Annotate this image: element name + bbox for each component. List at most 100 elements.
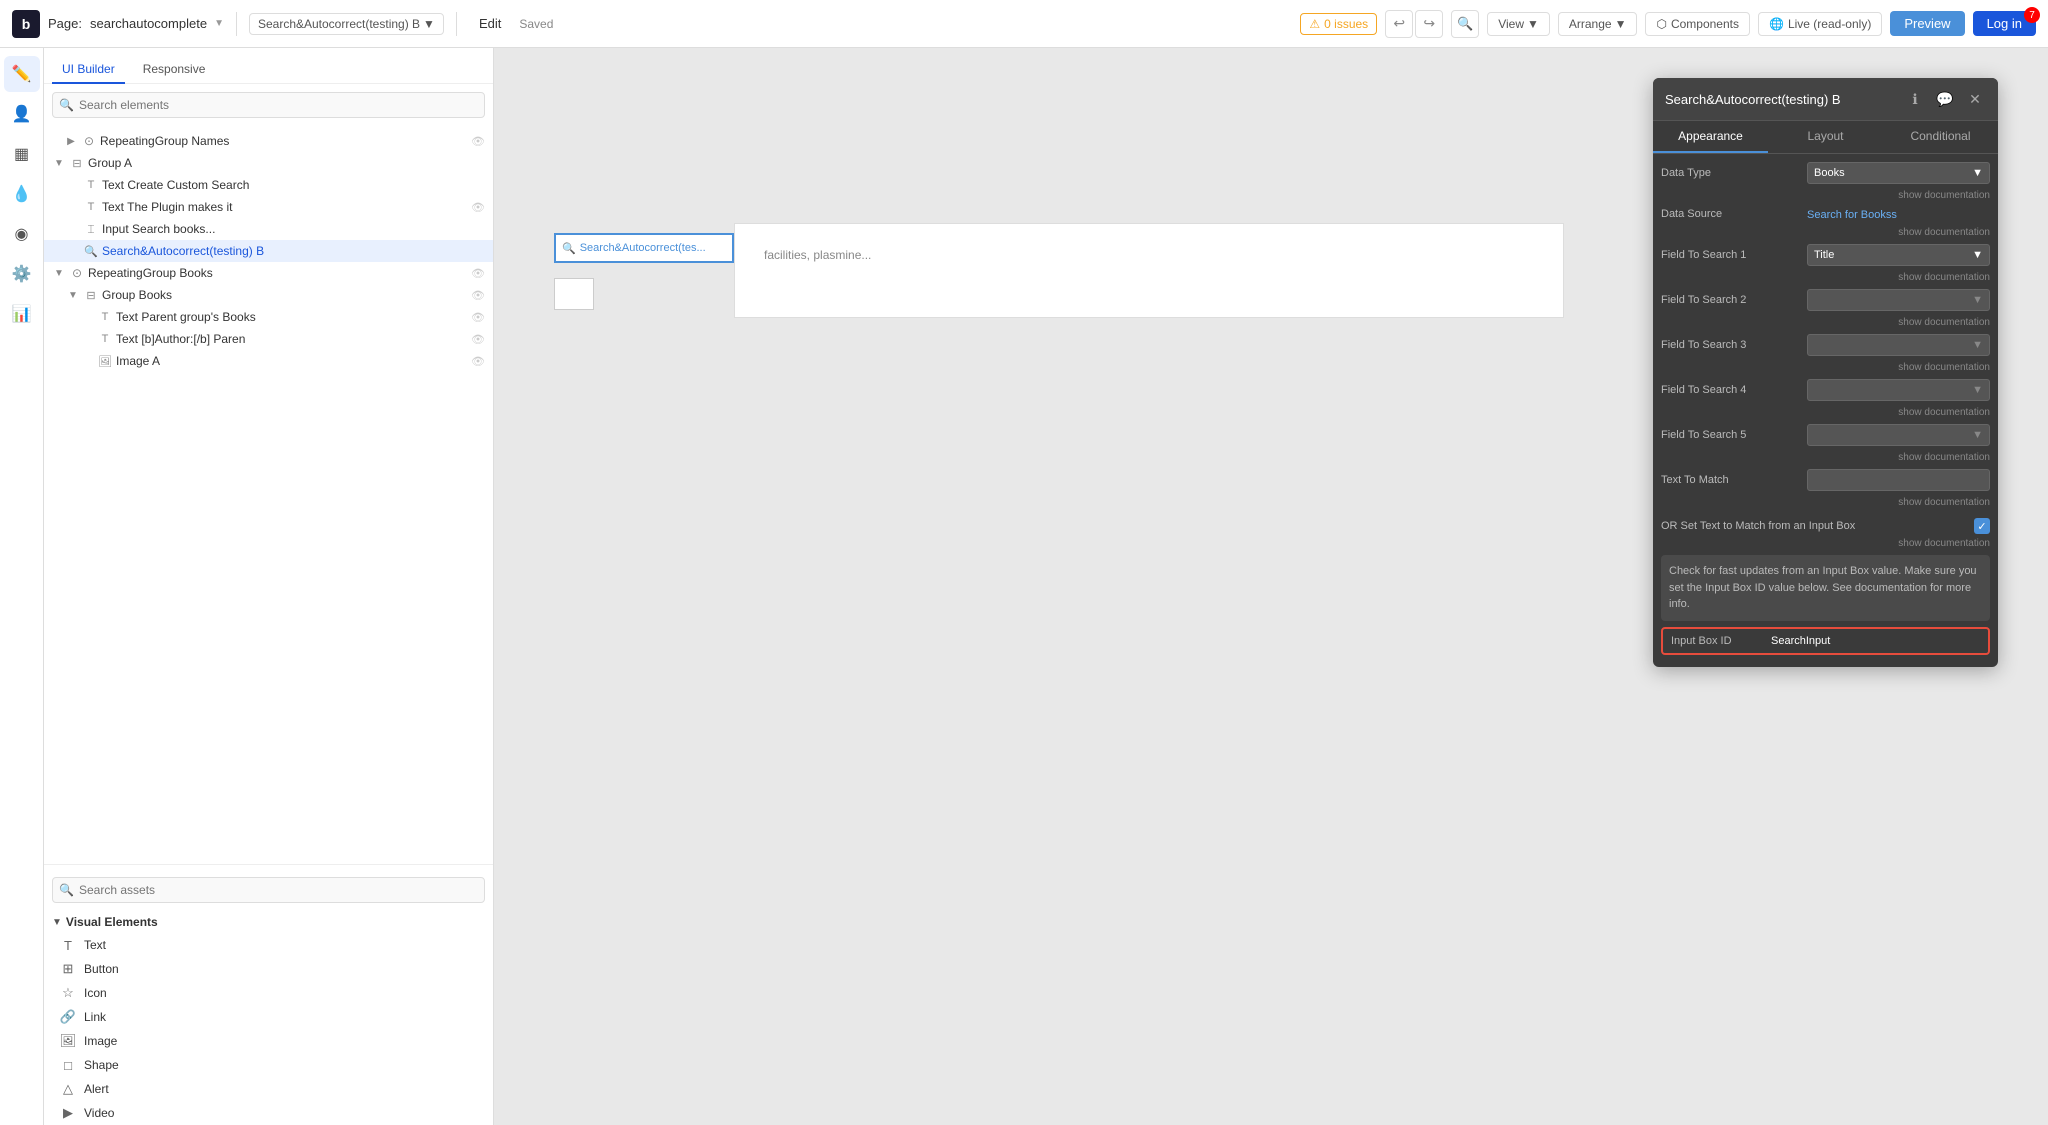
info-icon[interactable]: ℹ xyxy=(1904,88,1926,110)
field2-doc[interactable]: show documentation xyxy=(1661,317,1990,334)
tab-appearance[interactable]: Appearance xyxy=(1653,121,1768,153)
assets-search-input[interactable] xyxy=(52,877,485,903)
tree-item-text-plugin[interactable]: T Text The Plugin makes it 👁 xyxy=(44,196,493,218)
canvas-search-icon: 🔍 xyxy=(562,242,576,255)
field-search-2-select[interactable]: ▼ xyxy=(1807,289,1990,311)
eye-icon[interactable]: 👁 xyxy=(471,355,485,368)
asset-shape[interactable]: □ Shape xyxy=(44,1053,493,1077)
tree-item-image-a[interactable]: 🖼 Image A 👁 xyxy=(44,350,493,372)
asset-label: Alert xyxy=(84,1082,109,1096)
eye-icon[interactable]: 👁 xyxy=(471,289,485,302)
ui-builder-icon[interactable]: ✏️ xyxy=(4,56,40,92)
data-source-doc[interactable]: show documentation xyxy=(1661,227,1990,244)
eye-icon[interactable]: 👁 xyxy=(471,267,485,280)
input-box-id-value[interactable]: SearchInput xyxy=(1771,635,1980,647)
data-type-row: Data Type Books ▼ xyxy=(1661,162,1990,184)
field-search-1-select[interactable]: Title ▼ xyxy=(1807,244,1990,266)
tree-item-repeating-names[interactable]: ▶ ⊙ RepeatingGroup Names 👁 xyxy=(44,130,493,152)
field5-doc[interactable]: show documentation xyxy=(1661,452,1990,469)
field-search-4-select[interactable]: ▼ xyxy=(1807,379,1990,401)
preview-button[interactable]: Preview xyxy=(1890,11,1964,36)
asset-link[interactable]: 🔗 Link xyxy=(44,1005,493,1029)
field-search-5-select[interactable]: ▼ xyxy=(1807,424,1990,446)
tree-item-repeating-books[interactable]: ▼ ⊙ RepeatingGroup Books 👁 xyxy=(44,262,493,284)
field-search-5-label: Field To Search 5 xyxy=(1661,429,1801,441)
eye-icon[interactable]: 👁 xyxy=(471,333,485,346)
tab-responsive[interactable]: Responsive xyxy=(133,56,216,84)
canvas-search-label: Search&Autocorrect(tes... xyxy=(580,242,706,254)
close-icon[interactable]: ✕ xyxy=(1964,88,1986,110)
or-set-text-checkbox[interactable]: ✓ xyxy=(1974,518,1990,534)
element-selector[interactable]: Search&Autocorrect(testing) B ▼ xyxy=(249,13,444,35)
canvas-search-element[interactable]: 🔍 Search&Autocorrect(tes... xyxy=(554,233,734,263)
tab-layout[interactable]: Layout xyxy=(1768,121,1883,153)
page-chevron-icon[interactable]: ▼ xyxy=(214,18,224,29)
live-button[interactable]: 🌐 Live (read-only) xyxy=(1758,12,1882,36)
data-source-value[interactable]: Search for Bookss xyxy=(1807,209,1897,221)
tree-item-text-author[interactable]: T Text [b]Author:[/b] Paren 👁 xyxy=(44,328,493,350)
node-label: Group A xyxy=(88,156,485,170)
asset-button[interactable]: ⊞ Button xyxy=(44,957,493,981)
text-to-match-input[interactable] xyxy=(1807,469,1990,491)
tab-ui-builder[interactable]: UI Builder xyxy=(52,56,125,84)
text-to-match-control xyxy=(1807,469,1990,491)
components-button[interactable]: ⬡ Components xyxy=(1645,12,1750,36)
field-search-3-select[interactable]: ▼ xyxy=(1807,334,1990,356)
login-button[interactable]: Log in 7 xyxy=(1973,11,2036,36)
page-selector[interactable]: Page: searchautocomplete ▼ xyxy=(48,16,224,31)
data-icon[interactable]: ▦ xyxy=(4,136,40,172)
tree-item-input-search[interactable]: ⌶ Input Search books... xyxy=(44,218,493,240)
arrange-button[interactable]: Arrange ▼ xyxy=(1558,12,1638,36)
asset-alert[interactable]: △ Alert xyxy=(44,1077,493,1101)
tree-item-group-a[interactable]: ▼ ⊟ Group A xyxy=(44,152,493,174)
asset-icon[interactable]: ☆ Icon xyxy=(44,981,493,1005)
field-search-4-row: Field To Search 4 ▼ xyxy=(1661,379,1990,401)
settings-icon[interactable]: ⚙️ xyxy=(4,256,40,292)
data-type-doc[interactable]: show documentation xyxy=(1661,190,1990,207)
asset-text[interactable]: T Text xyxy=(44,933,493,957)
asset-label: Image xyxy=(84,1034,117,1048)
search-button[interactable]: 🔍 xyxy=(1451,10,1479,38)
styles-icon[interactable]: 💧 xyxy=(4,176,40,212)
data-type-select[interactable]: Books ▼ xyxy=(1807,162,1990,184)
tree-item-group-books[interactable]: ▼ ⊟ Group Books 👁 xyxy=(44,284,493,306)
edit-button[interactable]: Edit xyxy=(469,12,511,35)
comment-icon[interactable]: 💬 xyxy=(1934,88,1956,110)
or-set-text-doc[interactable]: show documentation xyxy=(1661,538,1990,555)
props-panel-title: Search&Autocorrect(testing) B xyxy=(1665,92,1904,107)
node-label: Input Search books... xyxy=(102,222,485,236)
asset-image[interactable]: 🖼 Image xyxy=(44,1029,493,1053)
search-icon: 🔍 xyxy=(1457,16,1473,32)
tab-conditional[interactable]: Conditional xyxy=(1883,121,1998,153)
field1-doc[interactable]: show documentation xyxy=(1661,272,1990,289)
tree-item-text-parent[interactable]: T Text Parent group's Books 👁 xyxy=(44,306,493,328)
text-to-match-doc[interactable]: show documentation xyxy=(1661,497,1990,514)
issues-indicator[interactable]: ⚠ 0 issues xyxy=(1300,13,1377,35)
visual-elements-toggle[interactable]: ▼ Visual Elements xyxy=(44,911,493,933)
props-tabs: Appearance Layout Conditional xyxy=(1653,121,1998,154)
tree-item-text-create[interactable]: T Text Create Custom Search xyxy=(44,174,493,196)
field4-doc[interactable]: show documentation xyxy=(1661,407,1990,424)
canvas[interactable]: facilities, plasmine... 🔍 Search&Autocor… xyxy=(494,48,2048,1125)
input-box-id-row[interactable]: Input Box ID SearchInput xyxy=(1661,627,1990,655)
select-chevron-icon: ▼ xyxy=(1972,167,1983,179)
field3-doc[interactable]: show documentation xyxy=(1661,362,1990,379)
eye-icon[interactable]: 👁 xyxy=(471,201,485,214)
analytics-icon[interactable]: 📊 xyxy=(4,296,40,332)
workflow-icon[interactable]: 👤 xyxy=(4,96,40,132)
asset-video[interactable]: ▶ Video xyxy=(44,1101,493,1125)
plugins-icon[interactable]: ◉ xyxy=(4,216,40,252)
undo-button[interactable]: ↩ xyxy=(1385,10,1413,38)
view-button[interactable]: View ▼ xyxy=(1487,12,1550,36)
elements-search-input[interactable] xyxy=(52,92,485,118)
toggle-icon: ▶ xyxy=(64,134,78,148)
tree-item-search-autocorrect[interactable]: 🔍 Search&Autocorrect(testing) B xyxy=(44,240,493,262)
canvas-white-box xyxy=(554,278,594,310)
redo-button[interactable]: ↪ xyxy=(1415,10,1443,38)
props-title-bar: Search&Autocorrect(testing) B ℹ 💬 ✕ xyxy=(1653,78,1998,121)
eye-icon[interactable]: 👁 xyxy=(471,135,485,148)
asset-label: Shape xyxy=(84,1058,119,1072)
eye-icon[interactable]: 👁 xyxy=(471,311,485,324)
select-chevron-icon: ▼ xyxy=(1972,384,1983,396)
props-body: Data Type Books ▼ show documentation Dat… xyxy=(1653,154,1998,667)
